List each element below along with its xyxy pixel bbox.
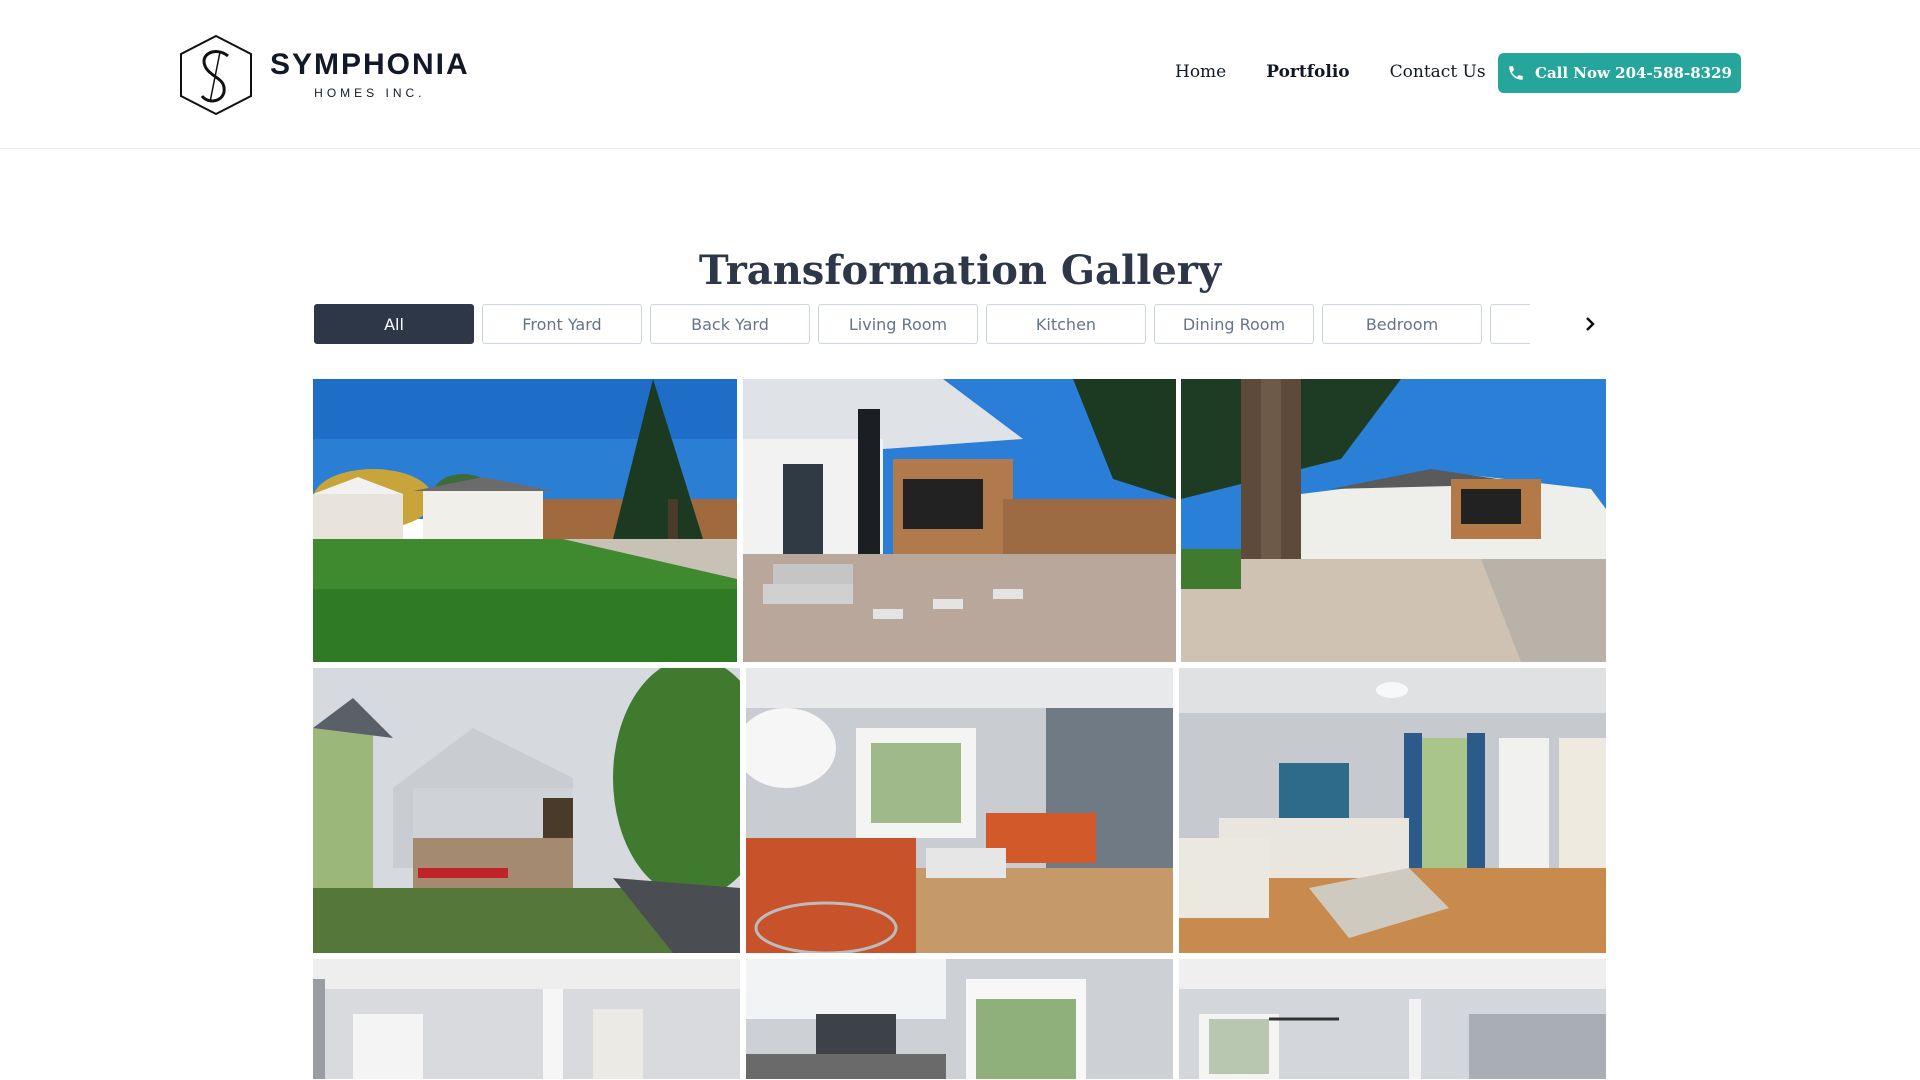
nav-home-link[interactable]: Home: [1175, 62, 1226, 82]
phone-icon: [1509, 66, 1523, 80]
house-lawn-image: [313, 379, 737, 662]
interior-hallway-image: [313, 959, 740, 1079]
gallery-photo-grey-bungalow[interactable]: [313, 668, 740, 953]
brand-name: SYMPHONIA: [270, 48, 470, 81]
brand-logo[interactable]: SYMPHONIA HOMES INC.: [178, 34, 470, 116]
call-now-label: Call Now 204-588-8329: [1535, 64, 1732, 82]
filter-back-yard[interactable]: Back Yard: [650, 304, 810, 344]
gallery-photo-interior-hallway[interactable]: [313, 959, 740, 1079]
filter-front-yard[interactable]: Front Yard: [482, 304, 642, 344]
filter-kitchen[interactable]: Kitchen: [986, 304, 1146, 344]
filter-dining-room[interactable]: Dining Room: [1154, 304, 1314, 344]
filter-partial[interactable]: [1490, 304, 1530, 344]
nav-portfolio-link[interactable]: Portfolio: [1266, 62, 1349, 82]
blue-curtain-living-room-image: [1179, 668, 1606, 953]
dining-area-image: [1179, 959, 1606, 1079]
grey-bungalow-image: [313, 668, 740, 953]
filter-bedroom[interactable]: Bedroom: [1322, 304, 1482, 344]
call-now-button[interactable]: Call Now 204-588-8329: [1498, 53, 1741, 93]
gallery-photo-dining-area[interactable]: [1179, 959, 1606, 1079]
gallery-photo-blue-curtain-living-room[interactable]: [1179, 668, 1606, 953]
gallery-photo-orange-sofa-living-room[interactable]: [746, 668, 1173, 953]
gallery-photo-house-front-lawn[interactable]: [313, 379, 737, 662]
house-tree-image: [1181, 379, 1606, 662]
brand-subtitle: HOMES INC.: [314, 86, 426, 100]
nav-contact-link[interactable]: Contact Us: [1390, 62, 1486, 82]
site-header: SYMPHONIA HOMES INC. Home Portfolio Cont…: [0, 0, 1920, 149]
category-filter-bar: All Front Yard Back Yard Living Room Kit…: [314, 304, 1530, 344]
front-entrance-image: [743, 379, 1176, 662]
gallery-photo-front-entrance[interactable]: [743, 379, 1176, 662]
main-nav: Home Portfolio Contact Us: [1175, 62, 1486, 82]
gallery-title: Transformation Gallery: [698, 246, 1222, 294]
white-kitchen-image: [746, 959, 1173, 1079]
logo-mark-icon: [180, 34, 252, 116]
filters-next-button[interactable]: [1580, 314, 1600, 334]
filter-living-room[interactable]: Living Room: [818, 304, 978, 344]
chevron-right-icon: [1586, 317, 1595, 331]
filter-all[interactable]: All: [314, 304, 474, 344]
orange-sofa-living-room-image: [746, 668, 1173, 953]
gallery-photo-house-behind-tree[interactable]: [1181, 379, 1606, 662]
gallery-photo-white-kitchen[interactable]: [746, 959, 1173, 1079]
